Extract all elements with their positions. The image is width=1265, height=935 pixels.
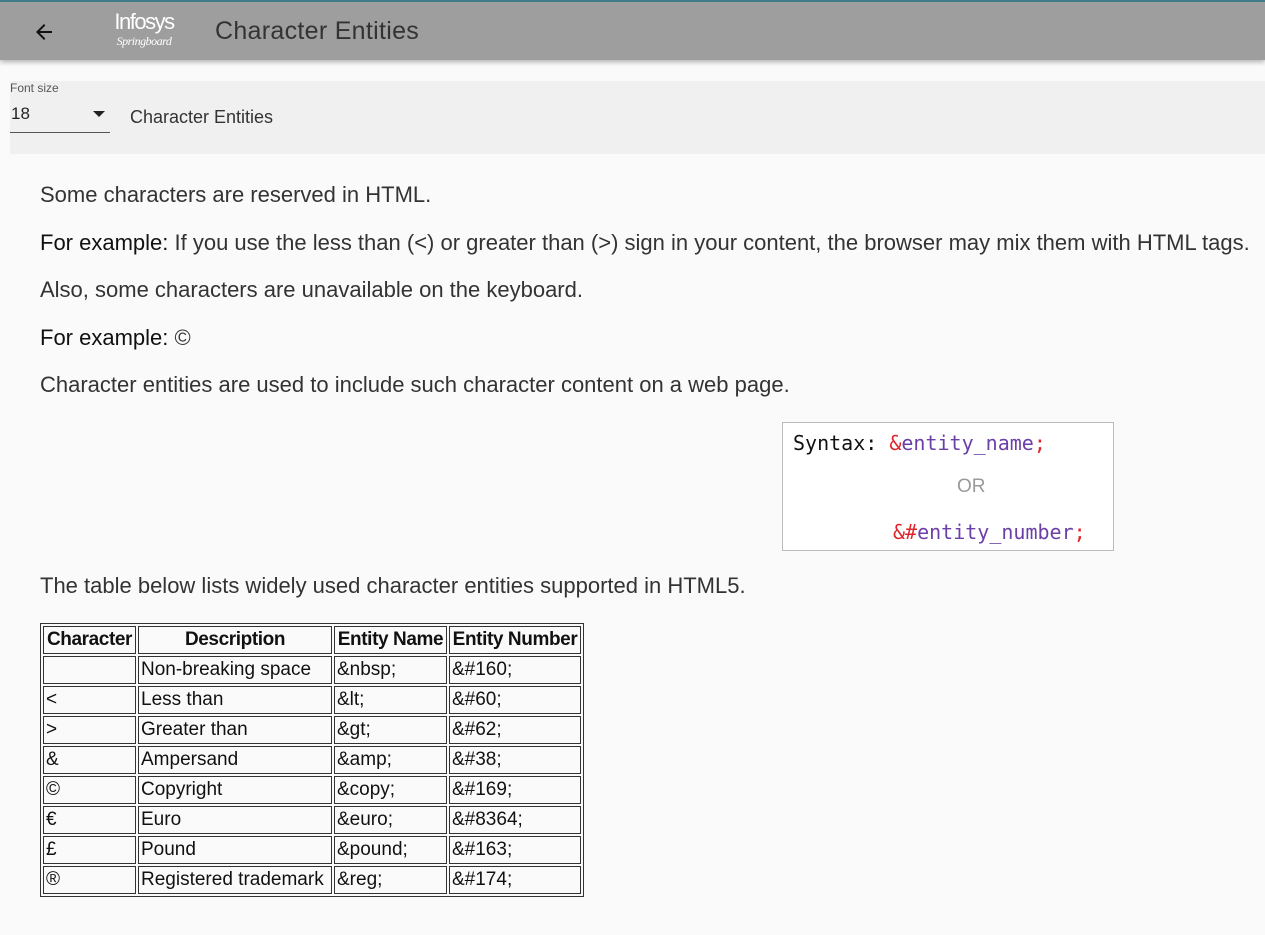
paragraph-reserved: Some characters are reserved in HTML. xyxy=(40,182,431,208)
table-cell: &#174; xyxy=(449,866,581,894)
table-cell: Non-breaking space xyxy=(138,656,332,684)
infosys-springboard-logo: Infosys Springboard xyxy=(108,10,180,54)
section-title: Character Entities xyxy=(130,107,274,127)
table-cell: &#163; xyxy=(449,836,581,864)
paragraph-entities: Character entities are used to include s… xyxy=(40,372,790,398)
paragraph-example-2: For example: © xyxy=(40,325,191,351)
table-cell: &#160; xyxy=(449,656,581,684)
syntax-figure: Syntax: &entity_name; OR &#entity_number… xyxy=(782,422,1114,551)
table-cell: © xyxy=(43,776,136,804)
syntax-entity-name: entity_name xyxy=(901,431,1034,455)
table-cell: & xyxy=(43,746,136,774)
table-cell: &nbsp; xyxy=(334,656,447,684)
table-row: & Ampersand &amp; &#38; xyxy=(43,746,581,774)
caret-down-icon xyxy=(93,111,105,117)
example-label: For example: xyxy=(40,325,169,350)
table-cell: &amp; xyxy=(334,746,447,774)
syntax-name-line: Syntax: &entity_name; xyxy=(793,431,1046,455)
table-cell: Less than xyxy=(138,686,332,714)
syntax-entity-number: entity_number xyxy=(917,520,1074,544)
logo-line2: Springboard xyxy=(116,34,172,48)
table-cell: € xyxy=(43,806,136,834)
syntax-number-line: &#entity_number; xyxy=(893,520,1086,544)
table-cell: &pound; xyxy=(334,836,447,864)
paragraph-entities-text: Character entities are used to include s… xyxy=(40,372,790,397)
table-cell: &euro; xyxy=(334,806,447,834)
table-row: > Greater than &gt; &#62; xyxy=(43,716,581,744)
example-text: © xyxy=(168,325,191,350)
table-cell: Greater than xyxy=(138,716,332,744)
table-cell: < xyxy=(43,686,136,714)
table-cell: Ampersand xyxy=(138,746,332,774)
font-size-select[interactable]: 18 xyxy=(10,101,110,133)
syntax-or: OR xyxy=(957,476,986,497)
table-row: < Less than &lt; &#60; xyxy=(43,686,581,714)
column-header: Entity Name xyxy=(334,626,447,654)
table-cell: £ xyxy=(43,836,136,864)
table-row: € Euro &euro; &#8364; xyxy=(43,806,581,834)
table-cell: Copyright xyxy=(138,776,332,804)
table-cell: &#60; xyxy=(449,686,581,714)
table-cell: &#8364; xyxy=(449,806,581,834)
table-row: ® Registered trademark &reg; &#174; xyxy=(43,866,581,894)
column-header: Description xyxy=(138,626,332,654)
table-cell: &#38; xyxy=(449,746,581,774)
table-header-row: Character Description Entity Name Entity… xyxy=(43,626,581,654)
logo-line1: Infosys xyxy=(114,9,175,34)
paragraph-reserved-text: Some characters are reserved in HTML. xyxy=(40,182,432,207)
app-header: Infosys Springboard Character Entities xyxy=(0,0,1265,60)
paragraph-table-intro-text: The table below lists widely used charac… xyxy=(40,573,746,598)
paragraph-table-intro: The table below lists widely used charac… xyxy=(40,573,746,599)
table-cell: Euro xyxy=(138,806,332,834)
table-cell: Pound xyxy=(138,836,332,864)
table-cell: > xyxy=(43,716,136,744)
font-size-value: 18 xyxy=(11,104,30,123)
table-cell: &#62; xyxy=(449,716,581,744)
table-cell xyxy=(43,656,136,684)
page-title: Character Entities xyxy=(215,17,420,45)
example-text: If you use the less than (<) or greater … xyxy=(168,230,1250,255)
syntax-label: Syntax: xyxy=(793,431,890,455)
paragraph-unavailable: Also, some characters are unavailable on… xyxy=(40,277,583,303)
syntax-semicolon: ; xyxy=(1033,431,1046,455)
table-cell: Registered trademark xyxy=(138,866,332,894)
arrow-left-icon xyxy=(36,24,52,40)
syntax-semicolon: ; xyxy=(1073,520,1086,544)
table-cell: ® xyxy=(43,866,136,894)
content-toolbar: Font size 18 Character Entities xyxy=(10,81,1265,154)
paragraph-unavailable-text: Also, some characters are unavailable on… xyxy=(40,277,583,302)
table-row: Non-breaking space &nbsp; &#160; xyxy=(43,656,581,684)
font-size-label: Font size xyxy=(10,81,59,95)
column-header: Entity Number xyxy=(449,626,581,654)
table-cell: &copy; xyxy=(334,776,447,804)
table-row: © Copyright &copy; &#169; xyxy=(43,776,581,804)
syntax-amp-hash: &# xyxy=(893,520,918,544)
paragraph-example-1: For example: If you use the less than (<… xyxy=(40,230,1250,256)
table-cell: &lt; xyxy=(334,686,447,714)
column-header: Character xyxy=(43,626,136,654)
table-cell: &reg; xyxy=(334,866,447,894)
back-button[interactable] xyxy=(27,15,61,49)
table-cell: &gt; xyxy=(334,716,447,744)
example-label: For example: xyxy=(40,230,169,255)
table-cell: &#169; xyxy=(449,776,581,804)
entities-table: Character Description Entity Name Entity… xyxy=(40,623,584,897)
syntax-amp: & xyxy=(889,431,902,455)
table-row: £ Pound &pound; &#163; xyxy=(43,836,581,864)
